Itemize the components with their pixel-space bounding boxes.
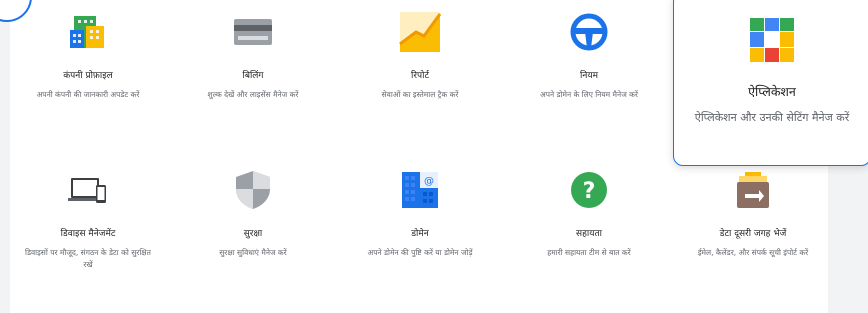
apps-grid-icon xyxy=(750,18,794,62)
help-icon: ? xyxy=(567,168,611,212)
tile-device-management[interactable]: डिवाइस मैनेजमेंट डिवाइसों पर मौजूद, संगठ… xyxy=(23,168,153,271)
devices-icon xyxy=(66,168,110,212)
tile-security[interactable]: सुरक्षा सुरक्षा सुविधाएं मैनेज करें xyxy=(188,168,318,259)
tile-title: ऐप्लिकेशन xyxy=(748,84,796,99)
tile-domains[interactable]: @ डोमेन अपने डोमेन की पुष्टि करें या डोम… xyxy=(355,168,485,259)
data-migration-icon xyxy=(731,168,775,212)
tile-description: ऐप्लिकेशन और उनकी सेटिंग मैनेज करें xyxy=(694,111,850,124)
tile-title: नियम xyxy=(580,71,598,81)
tile-support[interactable]: ? सहायता हमारी सहायता टीम से बात करें xyxy=(524,168,654,259)
building-icon xyxy=(66,10,110,54)
tile-reports[interactable]: रिपोर्ट सेवाओं का इस्तेमाल ट्रैक करें xyxy=(355,10,485,101)
svg-text:@: @ xyxy=(424,176,434,187)
tile-description: सेवाओं का इस्तेमाल ट्रैक करें xyxy=(381,90,459,99)
credit-card-icon xyxy=(231,10,275,54)
chart-icon xyxy=(398,10,442,54)
tile-description: अपने डोमेन के लिए नियम मैनेज करें xyxy=(540,90,638,99)
tile-description: अपनी कंपनी की जानकारी अपडेट करें xyxy=(36,90,140,99)
tile-title: बिलिंग xyxy=(242,71,264,81)
tile-description: शुल्क देखें और लाइसेंस मैनेज करें xyxy=(207,90,299,99)
shield-icon xyxy=(231,168,275,212)
tile-apps[interactable]: ऐप्लिकेशन ऐप्लिकेशन और उनकी सेटिंग मैनेज… xyxy=(673,0,868,166)
tile-billing[interactable]: बिलिंग शुल्क देखें और लाइसेंस मैनेज करें xyxy=(188,10,318,101)
tile-description: अपने डोमेन की पुष्टि करें या डोमेन जोड़े… xyxy=(367,248,473,257)
steering-wheel-icon xyxy=(567,10,611,54)
tile-title: कंपनी प्रोफ़ाइल xyxy=(63,71,113,81)
tile-rules[interactable]: नियम अपने डोमेन के लिए नियम मैनेज करें xyxy=(524,10,654,101)
domain-icon: @ xyxy=(398,168,442,212)
tile-title: डिवाइस मैनेजमेंट xyxy=(60,229,116,239)
tile-title: सहायता xyxy=(576,229,602,239)
tile-company-profile[interactable]: कंपनी प्रोफ़ाइल अपनी कंपनी की जानकारी अप… xyxy=(23,10,153,101)
tile-title: डोमेन xyxy=(411,229,429,239)
tile-title: सुरक्षा xyxy=(243,229,263,239)
tile-title: रिपोर्ट xyxy=(411,71,429,81)
tile-data-migration[interactable]: डेटा दूसरी जगह भेजें ईमेल, कैलेंडर, और स… xyxy=(688,168,818,259)
tile-title: डेटा दूसरी जगह भेजें xyxy=(719,229,787,239)
tile-description: हमारी सहायता टीम से बात करें xyxy=(547,248,631,257)
tile-description: सुरक्षा सुविधाएं मैनेज करें xyxy=(219,248,287,257)
tile-description: डिवाइसों पर मौजूद, संगठन के डेटा को सुरक… xyxy=(25,248,151,269)
tile-description: ईमेल, कैलेंडर, और संपर्क सूची इंपोर्ट कर… xyxy=(697,248,809,257)
svg-text:?: ? xyxy=(583,179,596,204)
